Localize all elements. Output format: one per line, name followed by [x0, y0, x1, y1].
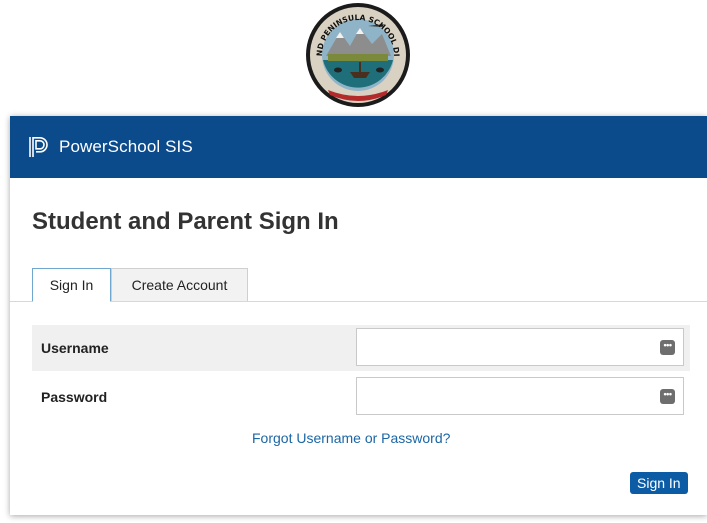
username-input[interactable]	[363, 329, 657, 365]
more-dots-icon[interactable]: •••	[660, 340, 675, 355]
password-label: Password	[41, 389, 108, 405]
header-bar: PowerSchool SIS	[10, 116, 707, 178]
username-field-box: •••	[356, 328, 684, 366]
district-logo: LAKE AND PENINSULA SCHOOL DISTRICT	[295, 0, 418, 110]
tab-bar: Sign In Create Account	[32, 268, 248, 302]
brand-name: PowerSchool SIS	[59, 137, 193, 156]
more-dots-icon[interactable]: •••	[660, 389, 675, 404]
password-field-box: •••	[356, 377, 684, 415]
login-card: PowerSchool SIS Student and Parent Sign …	[10, 116, 707, 515]
password-row: Password •••	[32, 374, 690, 420]
forgot-credentials-link[interactable]: Forgot Username or Password?	[252, 430, 450, 446]
sign-in-button[interactable]: Sign In	[630, 472, 688, 494]
tab-sign-in[interactable]: Sign In	[32, 268, 111, 302]
tab-create-account[interactable]: Create Account	[111, 268, 248, 302]
district-seal-icon: LAKE AND PENINSULA SCHOOL DISTRICT	[295, 0, 410, 107]
password-input[interactable]	[363, 378, 657, 414]
tab-divider	[10, 301, 707, 302]
page-title: Student and Parent Sign In	[32, 208, 339, 235]
username-label: Username	[41, 340, 109, 356]
powerschool-logo-icon	[29, 137, 48, 157]
username-row: Username •••	[32, 325, 690, 371]
